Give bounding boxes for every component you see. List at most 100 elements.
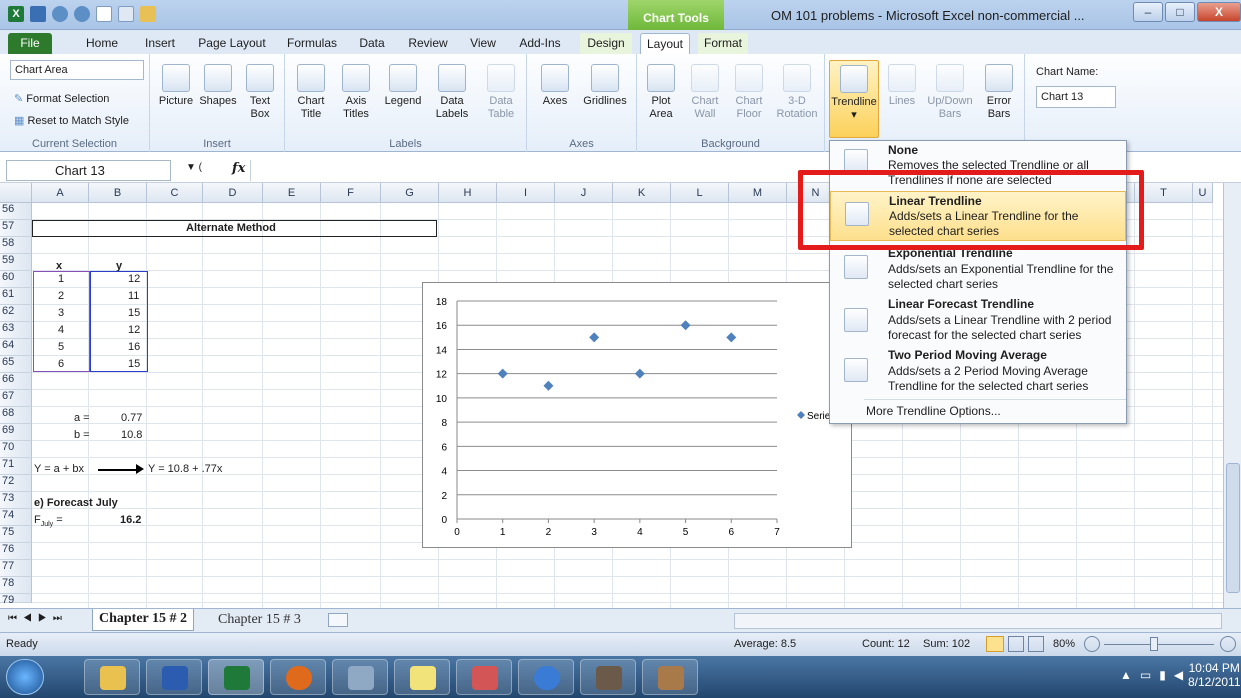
format-selection-button[interactable]: ✎ Format Selection	[14, 92, 109, 105]
x-value-cell[interactable]: 1	[58, 273, 64, 286]
more-trendline-options[interactable]: More Trendline Options...	[830, 402, 1126, 422]
normal-view-icon[interactable]	[986, 636, 1004, 652]
zoom-slider-thumb[interactable]	[1150, 637, 1158, 651]
print-preview-icon[interactable]	[118, 6, 134, 22]
y-value-cell[interactable]: 12	[128, 273, 140, 286]
a-value[interactable]: 0.77	[121, 412, 142, 425]
equation-left[interactable]: Y = a + bx	[34, 463, 84, 476]
row-header-59[interactable]: 59	[0, 254, 32, 271]
row-header-62[interactable]: 62	[0, 305, 32, 322]
tab-add-ins[interactable]: Add-Ins	[513, 33, 567, 54]
b-label[interactable]: b =	[74, 429, 90, 442]
reset-style-button[interactable]: ▦ Reset to Match Style	[14, 114, 129, 127]
data-labels-button[interactable]: Data Labels	[429, 64, 475, 121]
vertical-scrollbar[interactable]	[1223, 183, 1241, 608]
forecast-value[interactable]: 16.2	[120, 514, 141, 527]
sticky-notes-taskbar-icon[interactable]	[394, 659, 450, 695]
column-header-a[interactable]: A	[32, 183, 89, 203]
row-header-61[interactable]: 61	[0, 288, 32, 305]
error-bars-button[interactable]: Error Bars	[977, 64, 1021, 121]
firefox-taskbar-icon[interactable]	[270, 659, 326, 695]
x-value-cell[interactable]: 5	[58, 341, 64, 354]
row-header-74[interactable]: 74	[0, 509, 32, 526]
name-box-dropdown-icon[interactable]: ▼ (	[186, 162, 202, 173]
legend-button[interactable]: Legend	[381, 64, 425, 108]
y-value-cell[interactable]: 15	[128, 358, 140, 371]
column-header-j[interactable]: J	[555, 183, 613, 203]
chart-element-dropdown[interactable]: Chart Area	[10, 60, 144, 80]
tab-format[interactable]: Format	[698, 33, 748, 54]
itunes-taskbar-icon[interactable]	[518, 659, 574, 695]
chess-taskbar-icon[interactable]	[580, 659, 636, 695]
insert-sheet-icon[interactable]	[328, 613, 348, 627]
y-value-cell[interactable]: 16	[128, 341, 140, 354]
3d-rotation-button[interactable]: 3-D Rotation	[773, 64, 821, 121]
row-header-57[interactable]: 57	[0, 220, 32, 237]
row-header-79[interactable]: 79	[0, 594, 32, 606]
forecast-title[interactable]: e) Forecast July	[34, 497, 118, 510]
x-value-cell[interactable]: 2	[58, 290, 64, 303]
chart-13[interactable]: 0 2 4 6 8 10 12 14 16 18 0 1 2 3 4 5 6 7 Serie	[422, 282, 852, 548]
shapes-button[interactable]: Shapes	[198, 64, 238, 108]
sheet-nav-arrows[interactable]: ⏮◀▶⏭	[8, 613, 68, 624]
start-button-icon[interactable]	[6, 659, 44, 695]
zoom-out-icon[interactable]	[1084, 636, 1100, 652]
row-header-63[interactable]: 63	[0, 322, 32, 339]
lines-button[interactable]: Lines	[883, 64, 921, 108]
a-label[interactable]: a =	[74, 412, 90, 425]
column-header-h[interactable]: H	[439, 183, 497, 203]
column-header-c[interactable]: C	[147, 183, 203, 203]
tab-layout[interactable]: Layout	[640, 33, 690, 54]
save-icon[interactable]	[30, 6, 46, 22]
explorer-taskbar-icon[interactable]	[84, 659, 140, 695]
x-value-cell[interactable]: 4	[58, 324, 64, 337]
tab-design[interactable]: Design	[580, 33, 632, 54]
sheet-tab-chapter-15-2[interactable]: Chapter 15 # 2	[92, 609, 195, 631]
x-value-cell[interactable]: 6	[58, 358, 64, 371]
row-header-56[interactable]: 56	[0, 203, 32, 220]
page-layout-view-icon[interactable]	[1008, 636, 1024, 652]
insert-function-icon[interactable]: fx	[232, 161, 245, 176]
minimize-button[interactable]: –	[1133, 2, 1163, 22]
column-header-d[interactable]: D	[203, 183, 263, 203]
column-header-m[interactable]: M	[729, 183, 787, 203]
row-header-60[interactable]: 60	[0, 271, 32, 288]
column-header-b[interactable]: B	[89, 183, 147, 203]
tab-view[interactable]: View	[463, 33, 503, 54]
row-header-68[interactable]: 68	[0, 407, 32, 424]
row-header-67[interactable]: 67	[0, 390, 32, 407]
column-header-u[interactable]: U	[1193, 183, 1213, 203]
column-header-k[interactable]: K	[613, 183, 671, 203]
column-header-e[interactable]: E	[263, 183, 321, 203]
open-folder-icon[interactable]	[140, 6, 156, 22]
equation-right[interactable]: Y = 10.8 + .77x	[148, 463, 222, 476]
text-box-button[interactable]: Text Box	[242, 64, 278, 121]
b-value[interactable]: 10.8	[121, 429, 142, 442]
row-header-64[interactable]: 64	[0, 339, 32, 356]
updown-bars-button[interactable]: Up/Down Bars	[925, 64, 975, 121]
row-header-72[interactable]: 72	[0, 475, 32, 492]
tab-data[interactable]: Data	[352, 33, 392, 54]
menu-item-exponential-trendline[interactable]: Exponential Trendline Adds/sets an Expon…	[830, 245, 1126, 295]
zoom-in-icon[interactable]	[1220, 636, 1236, 652]
chart-title-button[interactable]: Chart Title	[289, 64, 333, 121]
snipping-tool-taskbar-icon[interactable]	[456, 659, 512, 695]
game-taskbar-icon[interactable]	[642, 659, 698, 695]
row-header-73[interactable]: 73	[0, 492, 32, 509]
name-box[interactable]: Chart 13	[6, 160, 171, 181]
tab-insert[interactable]: Insert	[138, 33, 182, 54]
row-header-58[interactable]: 58	[0, 237, 32, 254]
row-header-75[interactable]: 75	[0, 526, 32, 543]
excel-logo-icon[interactable]: X	[8, 6, 24, 22]
page-break-view-icon[interactable]	[1028, 636, 1044, 652]
undo-icon[interactable]	[52, 6, 68, 22]
y-value-cell[interactable]: 12	[128, 324, 140, 337]
word-taskbar-icon[interactable]	[146, 659, 202, 695]
axes-button[interactable]: Axes	[535, 64, 575, 108]
sheet-tab-chapter-15-3[interactable]: Chapter 15 # 3	[212, 611, 307, 631]
y-value-cell[interactable]: 15	[128, 307, 140, 320]
zoom-level[interactable]: 80%	[1053, 638, 1075, 650]
row-header-76[interactable]: 76	[0, 543, 32, 560]
trendline-button[interactable]: Trendline ▾	[829, 60, 879, 138]
gridlines-button[interactable]: Gridlines	[579, 64, 631, 108]
